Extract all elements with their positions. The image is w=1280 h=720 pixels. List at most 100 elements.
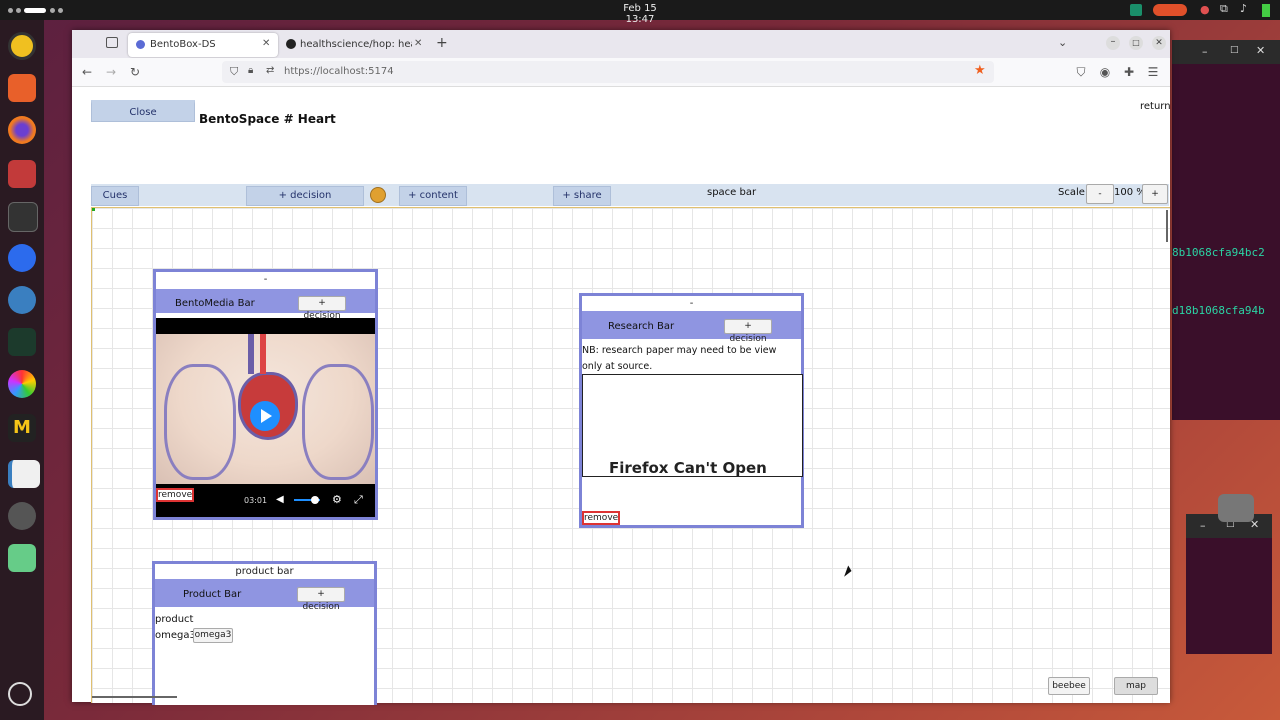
forward-icon[interactable]: →	[102, 63, 120, 81]
scale-decrease-button[interactable]: -	[1086, 184, 1114, 204]
trash-icon[interactable]	[8, 544, 36, 572]
space-bar-title: space bar	[707, 187, 757, 198]
omega3-button[interactable]: omega3	[193, 628, 233, 643]
add-decision-button[interactable]: + decision	[246, 186, 364, 206]
firefox-icon[interactable]	[8, 116, 36, 144]
background-terminal-window: – □ ✕ 8b1068cfa94bc2 d18b1068cfa94b	[1172, 40, 1280, 420]
grid-scrollbar[interactable]	[1166, 210, 1168, 242]
files-icon[interactable]	[8, 160, 36, 188]
return-link[interactable]: return	[1140, 101, 1171, 112]
minimize-icon[interactable]: –	[1200, 519, 1206, 532]
horizontal-scrollbar[interactable]	[92, 696, 177, 698]
card-header: product bar	[235, 566, 294, 577]
tab-healthscience[interactable]: healthscience/hop: healt ✕	[280, 33, 430, 57]
map-button[interactable]: map	[1114, 677, 1158, 695]
video-player[interactable]: remove 03:01 ◀ ⚙ ⤢	[156, 318, 375, 517]
maximize-icon[interactable]: □	[1230, 45, 1239, 55]
add-decision-button[interactable]: + decision	[297, 587, 345, 612]
close-button[interactable]: Close	[91, 100, 195, 122]
tab-strip: BentoBox-DS ✕ healthscience/hop: healt ✕…	[72, 30, 1170, 58]
play-triangle	[261, 409, 272, 423]
firefox-window: BentoBox-DS ✕ healthscience/hop: healt ✕…	[72, 30, 1171, 705]
maximize-icon[interactable]: □	[1129, 36, 1143, 50]
page-title: BentoSpace # Heart	[199, 112, 336, 126]
bento-icon[interactable]	[370, 187, 386, 203]
minimize-icon[interactable]: –	[1106, 36, 1120, 50]
video-time: 03:01	[244, 496, 268, 505]
activities-indicator[interactable]	[8, 8, 68, 13]
menu-icon[interactable]: ☰	[1144, 63, 1162, 81]
add-share-button[interactable]: + share	[553, 186, 611, 206]
add-decision-button[interactable]: + decision	[724, 319, 772, 344]
github-icon	[286, 39, 296, 49]
dock: M	[0, 20, 44, 720]
add-decision-button[interactable]: + decision	[298, 296, 346, 321]
network-icon[interactable]: ⧉	[1220, 2, 1228, 16]
extensions-icon[interactable]: ✚	[1120, 63, 1138, 81]
back-icon[interactable]: ←	[78, 63, 96, 81]
embedded-paper-frame[interactable]: Firefox Can't Open	[582, 374, 803, 477]
cues-button[interactable]: Cues	[91, 186, 139, 206]
close-icon[interactable]: ✕	[1152, 36, 1166, 50]
product-item-label: omega3	[155, 630, 196, 641]
fullscreen-icon[interactable]: ⤢	[354, 493, 363, 507]
lock-icon: 🔒︎	[248, 65, 254, 76]
system-top-bar: Feb 15 13:47 ● ⧉ ♪	[0, 0, 1280, 25]
video-settings-icon[interactable]: ⚙	[332, 493, 342, 506]
new-tab-icon[interactable]: +	[436, 35, 448, 51]
text-editor-icon[interactable]	[8, 460, 40, 488]
screen-record-icon[interactable]	[1153, 4, 1187, 16]
app-indicator-icon[interactable]	[1130, 4, 1142, 16]
volume-slider-thumb[interactable]	[311, 496, 319, 504]
microphone-icon[interactable]: ●	[1200, 3, 1210, 16]
media-bar-title: BentoMedia Bar	[175, 298, 255, 309]
app-icon[interactable]	[8, 370, 36, 398]
list-tabs-chevron-icon[interactable]: ⌄	[1058, 36, 1067, 49]
rhythmbox-icon[interactable]	[8, 32, 36, 60]
scale-increase-button[interactable]: +	[1142, 184, 1168, 204]
volume-icon[interactable]: ♪	[1240, 2, 1247, 15]
app-icon[interactable]	[8, 328, 36, 356]
app-icon[interactable]: M	[8, 414, 36, 442]
tab-label: BentoBox-DS	[150, 39, 216, 50]
settings-desktop-icon[interactable]	[1218, 494, 1254, 522]
bento-media-card[interactable]: - BentoMedia Bar + decision remove 03:01…	[153, 269, 378, 520]
clock[interactable]: Feb 15 13:47	[610, 3, 670, 25]
workspace-dot	[58, 8, 63, 13]
account-icon[interactable]: ◉	[1096, 63, 1114, 81]
show-apps-icon[interactable]	[8, 682, 32, 706]
tab-close-icon[interactable]: ✕	[414, 38, 422, 49]
play-icon[interactable]	[250, 401, 280, 431]
card-header: -	[263, 274, 268, 285]
close-icon[interactable]: ✕	[1256, 44, 1265, 57]
terminal-icon[interactable]	[8, 202, 38, 232]
tab-label: healthscience/hop: healt	[300, 39, 412, 50]
app-center-icon[interactable]	[8, 74, 36, 102]
remove-button[interactable]: remove	[582, 511, 620, 525]
bookmark-star-icon[interactable]: ★	[974, 63, 986, 78]
beebee-button[interactable]: beebee	[1048, 677, 1090, 695]
remove-button[interactable]: remove	[156, 488, 194, 502]
pocket-icon[interactable]: ⛉	[1072, 63, 1090, 81]
page-content: Close BentoSpace # Heart return Cues + d…	[72, 87, 1171, 705]
app-icon[interactable]	[8, 286, 36, 314]
tab-overview-icon[interactable]	[106, 37, 118, 48]
url-bar[interactable]: ⛉ 🔒︎ ⇄ https://localhost:5174 ★	[222, 61, 994, 83]
signal-icon[interactable]	[8, 244, 36, 272]
shield-icon: ⛉	[230, 65, 239, 78]
card-header: -	[689, 298, 694, 309]
add-content-button[interactable]: + content	[399, 186, 467, 206]
battery-icon[interactable]	[1262, 4, 1270, 17]
research-card[interactable]: - Research Bar + decision NB: research p…	[579, 293, 804, 528]
tab-close-icon[interactable]: ✕	[262, 38, 270, 49]
volume-icon[interactable]: ◀	[276, 494, 284, 505]
tab-bentobox[interactable]: BentoBox-DS ✕	[128, 33, 278, 57]
url-text: https://localhost:5174	[284, 66, 394, 77]
product-card[interactable]: product bar Product Bar + decision produ…	[152, 561, 377, 705]
reload-icon[interactable]: ↻	[126, 63, 144, 81]
navigation-toolbar: ← → ↻ ⛉ 🔒︎ ⇄ https://localhost:5174 ★ ⛉ …	[72, 58, 1170, 87]
settings-icon[interactable]	[8, 502, 36, 530]
minimize-icon[interactable]: –	[1202, 45, 1208, 58]
vessel	[260, 334, 266, 374]
scale-label: Scale	[1058, 187, 1085, 198]
